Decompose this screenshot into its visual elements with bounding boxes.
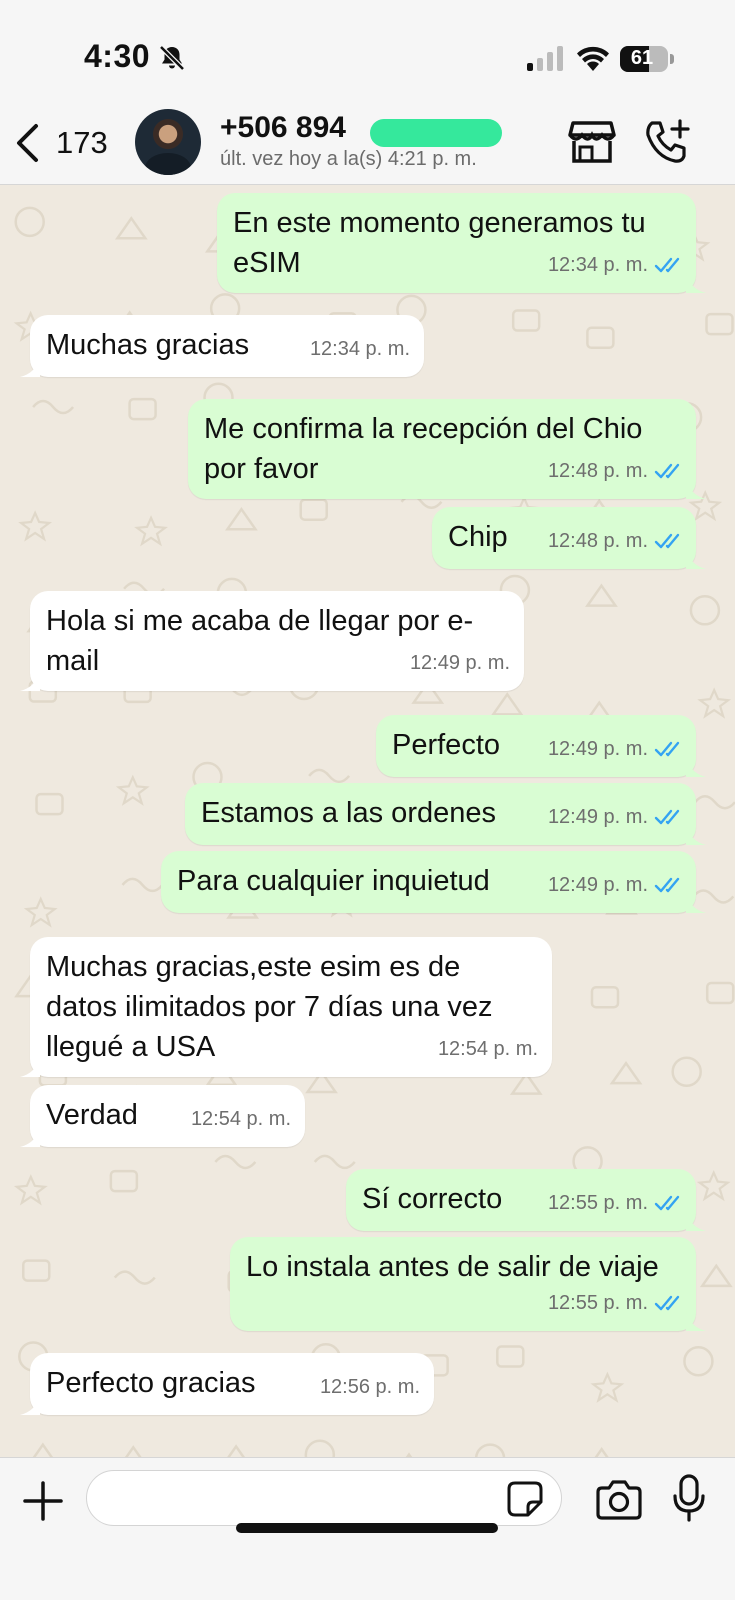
unread-count: 173 — [56, 125, 108, 160]
double-check-read-icon — [654, 877, 680, 893]
back-button[interactable]: 173 — [12, 117, 112, 169]
incoming-message-bubble[interactable]: Hola si me acaba de llegar por e- mail 12… — [20, 591, 524, 691]
double-check-read-icon — [654, 1195, 680, 1211]
status-bar: 4:30 61 — [0, 0, 735, 105]
message-meta: 12:49 p. m. — [410, 643, 510, 683]
message-meta: 12:49 p. m. — [548, 729, 682, 769]
battery-indicator: 61 — [620, 46, 668, 72]
home-indicator — [236, 1523, 498, 1533]
add-call-icon[interactable] — [642, 117, 692, 167]
double-check-read-icon — [654, 741, 680, 757]
plus-icon[interactable] — [22, 1480, 64, 1522]
incoming-message-bubble[interactable]: Perfecto gracias 12:56 p. m. — [20, 1353, 434, 1415]
bubble-tail — [20, 1057, 40, 1077]
microphone-icon[interactable] — [672, 1474, 706, 1522]
bubble-tail — [686, 549, 706, 569]
message-meta: 12:49 p. m. — [548, 865, 682, 905]
outgoing-message-bubble[interactable]: Estamos a las ordenes 12:49 p. m. — [185, 783, 706, 845]
message-meta: 12:48 p. m. — [548, 451, 682, 491]
outgoing-message-bubble[interactable]: Me confirma la recepción del Chio por fa… — [188, 399, 706, 499]
bubble-tail — [686, 1311, 706, 1331]
message-input[interactable] — [86, 1470, 562, 1526]
message-time: 12:55 p. m. — [547, 1292, 648, 1314]
outgoing-message-bubble[interactable]: Perfecto 12:49 p. m. — [376, 715, 706, 777]
double-check-read-icon — [654, 533, 680, 549]
message-time: 12:48 p. m. — [547, 460, 648, 482]
message-time: 12:55 p. m. — [547, 1192, 648, 1214]
avatar-figure — [145, 153, 191, 175]
chat-area[interactable]: En este momento generamos tu eSIM 12:34 p… — [0, 185, 735, 1457]
message-time: 12:49 p. m. — [547, 806, 648, 828]
incoming-message-bubble[interactable]: Muchas gracias,este esim es de datos ili… — [20, 937, 552, 1077]
message-meta: 12:34 p. m. — [310, 329, 410, 369]
incoming-message-bubble[interactable]: Verdad 12:54 p. m. — [20, 1085, 305, 1147]
outgoing-message-bubble[interactable]: Sí correcto 12:55 p. m. — [346, 1169, 706, 1231]
message-time: 12:48 p. m. — [547, 530, 648, 552]
battery-percent: 61 — [630, 47, 654, 69]
bubble-tail — [20, 1127, 40, 1147]
message-text: Lo instala antes de salir de viaje — [246, 1251, 659, 1283]
contact-name[interactable]: +506 894 — [220, 111, 346, 145]
double-check-read-icon — [654, 809, 680, 825]
message-meta: 12:34 p. m. — [548, 245, 682, 285]
double-check-read-icon — [654, 257, 680, 273]
sticker-icon[interactable] — [506, 1480, 544, 1518]
message-time: 12:49 p. m. — [547, 874, 648, 896]
avatar[interactable] — [135, 109, 201, 175]
bubble-tail — [686, 273, 706, 293]
outgoing-message-bubble[interactable]: Para cualquier inquietud 12:49 p. m. — [161, 851, 706, 913]
bubble-tail — [686, 825, 706, 845]
bubble-tail — [20, 671, 40, 691]
bubble-tail — [20, 1395, 40, 1415]
message-meta: 12:49 p. m. — [548, 797, 682, 837]
message-meta: 12:54 p. m. — [191, 1099, 291, 1139]
bubble-tail — [686, 893, 706, 913]
wifi-icon — [577, 46, 609, 71]
chat-header: 173 +506 894 últ. vez hoy a la(s) 4:21 p… — [0, 105, 735, 185]
message-meta: 12:48 p. m. — [548, 521, 682, 561]
message-meta: 12:55 p. m. — [548, 1283, 682, 1323]
battery-nub — [670, 54, 674, 64]
message-meta: 12:55 p. m. — [548, 1183, 682, 1223]
last-seen-status: últ. vez hoy a la(s) 4:21 p. m. — [220, 148, 477, 170]
message-meta: 12:54 p. m. — [438, 1029, 538, 1069]
outgoing-message-bubble[interactable]: Lo instala antes de salir de viaje 12:55 … — [230, 1237, 706, 1331]
outgoing-message-bubble[interactable]: Chip 12:48 p. m. — [432, 507, 706, 569]
redaction-mark — [370, 119, 502, 147]
camera-icon[interactable] — [596, 1478, 642, 1520]
bubble-tail — [686, 479, 706, 499]
message-meta: 12:56 p. m. — [320, 1367, 420, 1407]
message-time: 12:54 p. m. — [437, 1038, 538, 1060]
bell-muted-icon — [159, 45, 185, 71]
chevron-left-icon — [17, 124, 38, 162]
message-time: 12:34 p. m. — [309, 338, 410, 360]
incoming-message-bubble[interactable]: Muchas gracias 12:34 p. m. — [20, 315, 424, 377]
outgoing-message-bubble[interactable]: En este momento generamos tu eSIM 12:34 p… — [217, 193, 706, 293]
double-check-read-icon — [654, 1295, 680, 1311]
message-time: 12:49 p. m. — [409, 652, 510, 674]
message-time: 12:49 p. m. — [547, 738, 648, 760]
message-time: 12:54 p. m. — [190, 1108, 291, 1130]
double-check-read-icon — [654, 463, 680, 479]
bubble-tail — [686, 1211, 706, 1231]
message-time: 12:56 p. m. — [319, 1376, 420, 1398]
bubble-tail — [686, 757, 706, 777]
status-time: 4:30 — [84, 38, 151, 74]
message-time: 12:34 p. m. — [547, 254, 648, 276]
bubble-tail — [20, 357, 40, 377]
business-catalog-icon[interactable] — [568, 119, 616, 165]
signal-icon — [527, 46, 563, 71]
